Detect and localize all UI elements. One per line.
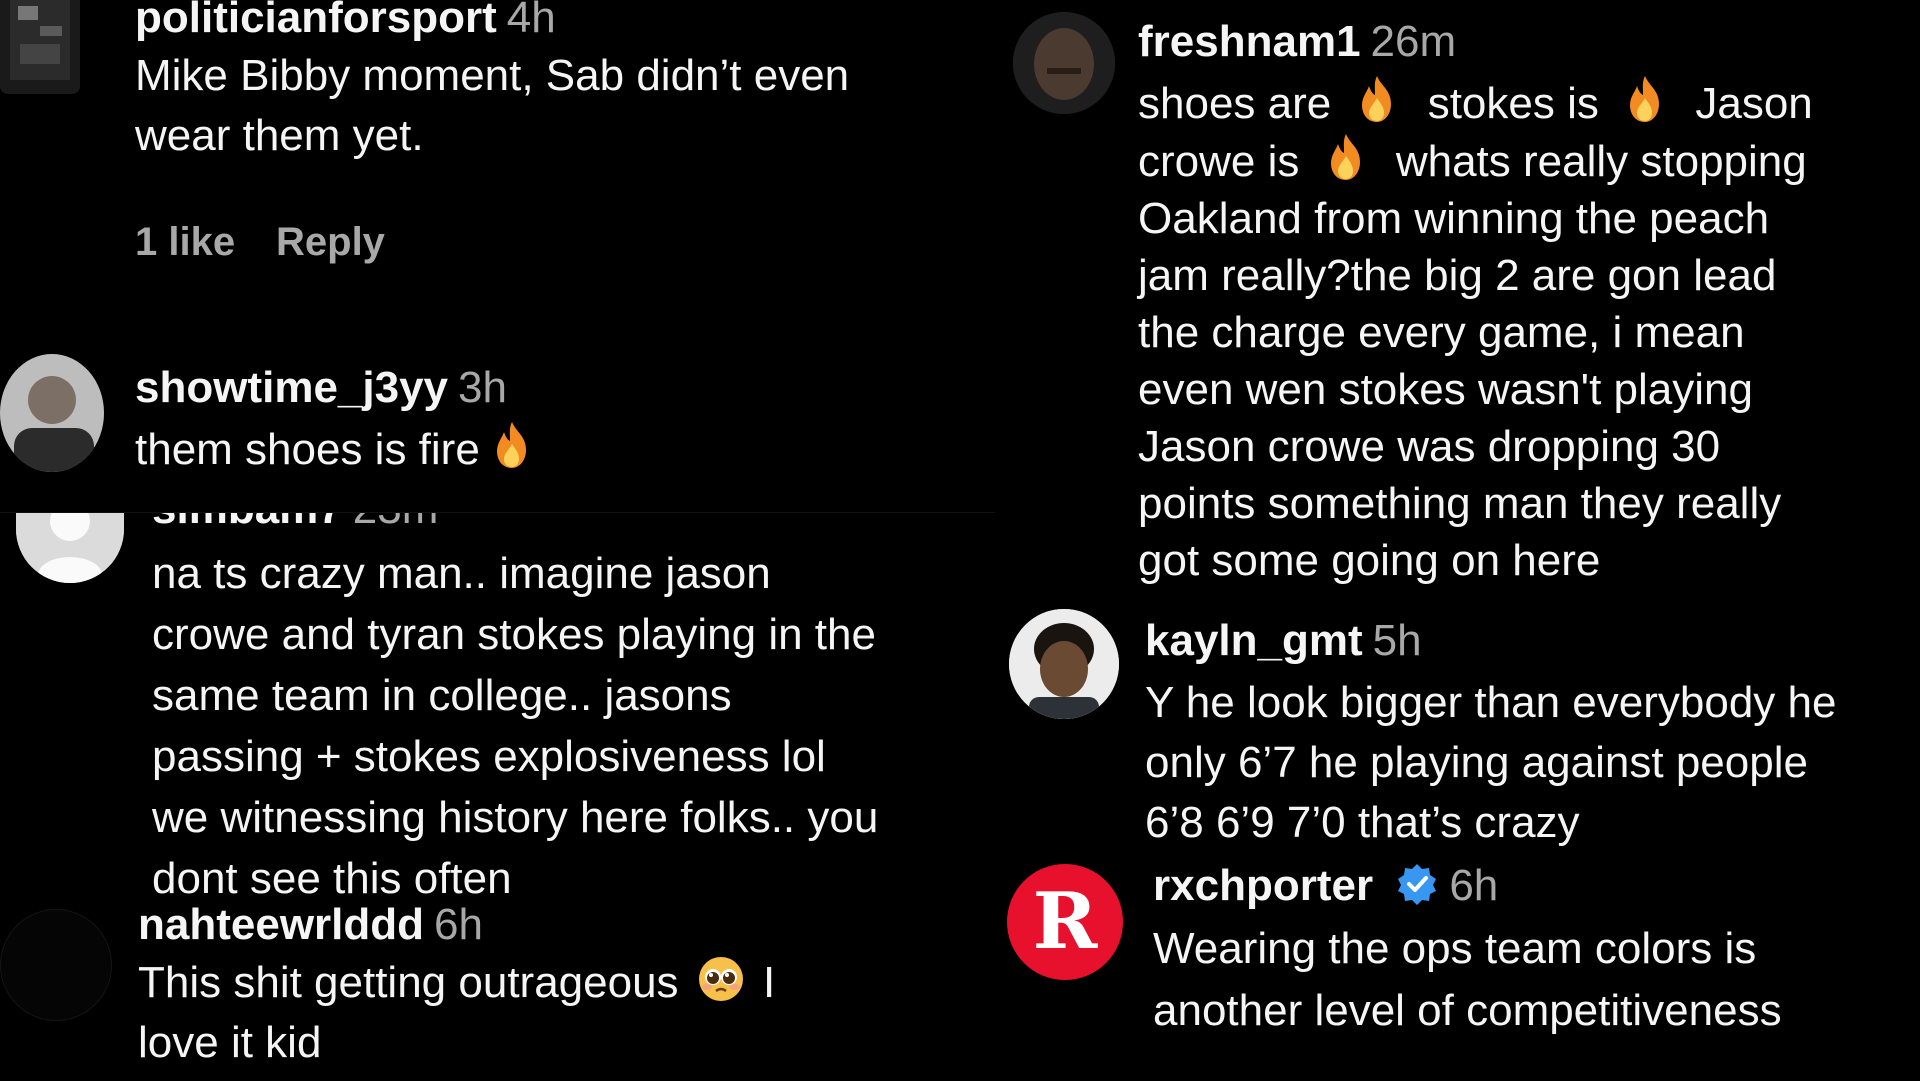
default-avatar-icon xyxy=(16,513,124,583)
avatar-image xyxy=(1013,12,1115,114)
avatar[interactable] xyxy=(0,0,80,94)
comment-text: Y he look bigger than everybody he only … xyxy=(1145,678,1837,847)
like-count[interactable]: 1 like xyxy=(135,220,235,265)
fire-emoji-icon xyxy=(1625,74,1665,124)
username[interactable]: simbam7 xyxy=(152,513,343,533)
panel-right: freshnam1 26m shoes are stokes is Jason c… xyxy=(995,0,1920,1080)
avatar[interactable] xyxy=(1013,12,1115,114)
timestamp: 3h xyxy=(458,363,507,412)
timestamp: 5h xyxy=(1372,616,1422,665)
comment-header: nahteewrlddd 6h xyxy=(138,899,898,951)
comment-text: na ts crazy man.. imagine jason crowe an… xyxy=(152,549,879,903)
timestamp: 23m xyxy=(353,513,439,533)
panel-left-bottom: simbam7 23m na ts crazy man.. imagine jas… xyxy=(0,512,995,1081)
avatar-image xyxy=(1009,609,1119,719)
comment-politicianforsport: politicianforsport 4h Mike Bibby moment, … xyxy=(0,0,1000,300)
comment-rxchporter: R rxchporter 6h Wearing the ops team col… xyxy=(995,860,1920,1080)
comment-header: politicianforsport 4h xyxy=(135,0,915,44)
comment-text-content: them shoes is fire xyxy=(135,425,480,474)
username[interactable]: nahteewrlddd xyxy=(138,900,424,949)
pleading-face-emoji-icon xyxy=(698,957,743,1001)
panel-left-top: politicianforsport 4h Mike Bibby moment, … xyxy=(0,0,1000,512)
heart-outline-icon[interactable] xyxy=(958,432,1000,480)
verified-badge-icon xyxy=(1398,864,1437,905)
username[interactable]: politicianforsport xyxy=(135,0,497,42)
comment-text-part-1: shoes are xyxy=(1138,79,1332,128)
avatar-image xyxy=(0,354,104,472)
comment-text-part-4: whats really stopping Oakland from winni… xyxy=(1138,137,1807,585)
heart-outline-icon[interactable] xyxy=(925,699,977,747)
avatar[interactable] xyxy=(16,513,124,583)
comment-header: showtime_j3yy 3h xyxy=(135,362,915,414)
avatar[interactable] xyxy=(1009,609,1119,719)
heart-outline-icon[interactable] xyxy=(1861,306,1913,354)
avatar[interactable] xyxy=(0,909,112,1021)
comment-nahteewrlddd: nahteewrlddd 6h This shit getting outrage… xyxy=(0,891,995,1081)
comment-header: simbam7 23m xyxy=(152,513,439,535)
username[interactable]: showtime_j3yy xyxy=(135,363,448,412)
fire-emoji-icon xyxy=(1357,74,1397,124)
comment-kayln_gmt: kayln_gmt 5h Y he look bigger than everyb… xyxy=(995,605,1920,855)
comment-text: Mike Bibby moment, Sab didn’t even wear … xyxy=(135,51,850,160)
avatar-letter: R xyxy=(1032,876,1098,967)
heart-outline-icon[interactable] xyxy=(912,1003,964,1051)
comment-header: kayln_gmt 5h xyxy=(1145,615,1865,667)
timestamp: 26m xyxy=(1370,17,1457,66)
avatar-image xyxy=(10,0,70,80)
comment-showtime_j3yy: showtime_j3yy 3h them shoes is fire xyxy=(0,350,1000,510)
fire-emoji-icon xyxy=(492,420,532,470)
comment-text: shoes are stokes is Jason crowe is whats… xyxy=(1138,74,1828,589)
comment-header: freshnam1 26m xyxy=(1138,16,1858,68)
comment-simbam7: simbam7 23m na ts crazy man.. imagine jas… xyxy=(0,513,995,903)
comment-text: them shoes is fire xyxy=(135,420,915,480)
username[interactable]: rxchporter xyxy=(1153,861,1373,910)
comment-text: This shit getting outrageous I love it k… xyxy=(138,953,838,1073)
heart-outline-icon[interactable] xyxy=(960,92,1000,140)
reply-button[interactable]: Reply xyxy=(276,220,385,265)
timestamp: 4h xyxy=(506,0,556,42)
username[interactable]: kayln_gmt xyxy=(1145,616,1363,665)
avatar[interactable]: R xyxy=(1007,864,1123,980)
comment-text: Wearing the ops team colors is another l… xyxy=(1153,924,1782,1035)
comment-header: rxchporter 6h xyxy=(1153,860,1893,912)
fire-emoji-icon xyxy=(1326,132,1366,182)
comment-freshnam1: freshnam1 26m shoes are stokes is Jason c… xyxy=(995,0,1920,600)
timestamp: 6h xyxy=(434,900,483,949)
avatar[interactable] xyxy=(0,354,104,472)
timestamp: 6h xyxy=(1449,861,1499,910)
comment-text-content: This shit getting outrageous xyxy=(138,958,679,1007)
comment-text-part-2: stokes is xyxy=(1427,79,1599,128)
username[interactable]: freshnam1 xyxy=(1138,17,1361,66)
